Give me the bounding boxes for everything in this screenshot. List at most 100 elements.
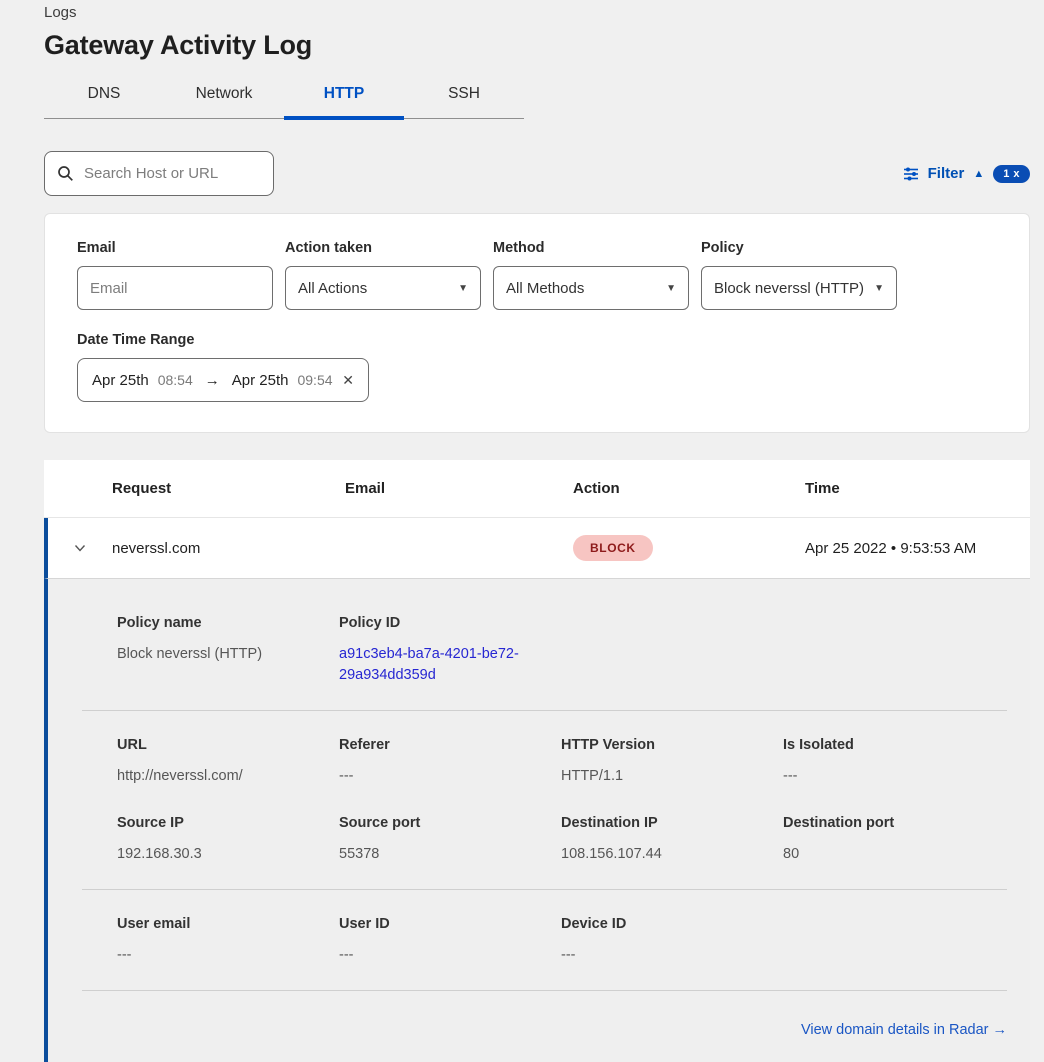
filter-panel: Email Action taken All Actions ▼ Method …: [44, 213, 1030, 433]
range-start-time: 08:54: [158, 372, 193, 388]
user-section: User email --- User ID --- Device ID ---: [82, 916, 1007, 966]
tab-ssh[interactable]: SSH: [404, 85, 524, 118]
table-row[interactable]: neverssl.com BLOCK Apr 25 2022 • 9:53:53…: [44, 518, 1030, 579]
tab-network[interactable]: Network: [164, 85, 284, 118]
gateway-activity-log-page: Logs Gateway Activity Log DNS Network HT…: [0, 0, 1044, 1062]
policy-id-link[interactable]: a91c3eb4-ba7a-4201-be72-29a934dd359d: [339, 644, 539, 686]
detail-label: Referer: [339, 737, 545, 753]
detail-value: ---: [783, 766, 989, 787]
email-filter-input[interactable]: [90, 280, 260, 297]
search-box[interactable]: [44, 151, 274, 196]
field-policy: Policy Block neverssl (HTTP) ▼: [701, 240, 897, 310]
column-header-email: Email: [345, 480, 573, 497]
policy-label: Policy: [701, 240, 897, 256]
detail-value: 80: [783, 844, 989, 865]
policy-section: Policy name Block neverssl (HTTP) Policy…: [82, 615, 1007, 686]
arrow-right-icon: →: [202, 372, 223, 389]
cell-time: Apr 25 2022 • 9:53:53 AM: [805, 540, 1030, 557]
filter-toggle-group: Filter ▲ 1 x: [903, 165, 1030, 183]
detail-value: 108.156.107.44: [561, 844, 767, 865]
detail-label: Policy ID: [339, 615, 545, 631]
field-user-email: User email ---: [117, 916, 339, 966]
detail-label: Source IP: [117, 815, 323, 831]
toolbar: Filter ▲ 1 x: [44, 151, 1030, 196]
filter-toggle-button[interactable]: Filter: [928, 165, 965, 182]
detail-label: Device ID: [561, 916, 767, 932]
arrow-right-icon: →: [993, 1022, 1008, 1038]
http-request-section-row1: URL http://neverssl.com/ Referer --- HTT…: [82, 737, 1007, 787]
caret-down-icon: ▼: [666, 283, 676, 294]
log-type-tabs: DNS Network HTTP SSH: [44, 85, 524, 119]
caret-up-icon: ▲: [973, 168, 984, 180]
breadcrumb: Logs: [44, 0, 1030, 21]
field-is-isolated: Is Isolated ---: [783, 737, 1005, 787]
method-value: All Methods: [506, 280, 584, 297]
section-divider: [82, 990, 1007, 991]
row-expand-toggle[interactable]: [48, 540, 112, 556]
detail-value: ---: [117, 945, 323, 966]
field-source-ip: Source IP 192.168.30.3: [117, 815, 339, 865]
search-input[interactable]: [84, 165, 283, 182]
detail-value: ---: [339, 766, 545, 787]
action-taken-label: Action taken: [285, 240, 481, 256]
field-destination-port: Destination port 80: [783, 815, 1005, 865]
view-in-radar-link[interactable]: View domain details in Radar →: [801, 1022, 1007, 1038]
policy-select[interactable]: Block neverssl (HTTP) ▼: [701, 266, 897, 310]
detail-value: ---: [339, 945, 545, 966]
email-filter-label: Email: [77, 240, 273, 256]
range-end-time: 09:54: [297, 372, 332, 388]
filter-icon: [903, 167, 919, 181]
field-referer: Referer ---: [339, 737, 561, 787]
detail-value: http://neverssl.com/: [117, 766, 323, 787]
method-select[interactable]: All Methods ▼: [493, 266, 689, 310]
detail-value: 55378: [339, 844, 545, 865]
detail-label: User email: [117, 916, 323, 932]
field-method: Method All Methods ▼: [493, 240, 689, 310]
search-icon: [57, 165, 74, 182]
range-start-date: Apr 25th: [92, 372, 149, 389]
field-policy-name: Policy name Block neverssl (HTTP): [117, 615, 339, 686]
action-taken-select[interactable]: All Actions ▼: [285, 266, 481, 310]
field-http-version: HTTP Version HTTP/1.1: [561, 737, 783, 787]
detail-label: HTTP Version: [561, 737, 767, 753]
field-date-time-range: Date Time Range Apr 25th 08:54 → Apr 25t…: [77, 332, 997, 402]
policy-value: Block neverssl (HTTP): [714, 280, 864, 297]
tab-http[interactable]: HTTP: [284, 85, 404, 118]
detail-label: Destination port: [783, 815, 989, 831]
field-action-taken: Action taken All Actions ▼: [285, 240, 481, 310]
caret-down-icon: ▼: [458, 283, 468, 294]
field-device-id: Device ID ---: [561, 916, 783, 966]
column-header-action: Action: [573, 480, 805, 497]
field-user-id: User ID ---: [339, 916, 561, 966]
detail-label: Source port: [339, 815, 545, 831]
clear-date-range-icon[interactable]: ✕: [342, 372, 354, 389]
filter-fields-row: Email Action taken All Actions ▼ Method …: [77, 240, 997, 310]
method-label: Method: [493, 240, 689, 256]
table-header: Request Email Action Time: [44, 460, 1030, 518]
activity-log-table: Request Email Action Time neverssl.com B…: [44, 460, 1030, 1062]
action-taken-value: All Actions: [298, 280, 367, 297]
caret-down-icon: ▼: [874, 283, 884, 294]
range-end-date: Apr 25th: [232, 372, 289, 389]
section-divider: [82, 710, 1007, 711]
section-divider: [82, 889, 1007, 890]
detail-label: Destination IP: [561, 815, 767, 831]
block-badge: BLOCK: [573, 535, 653, 561]
detail-value: ---: [561, 945, 767, 966]
email-filter-input-wrap: [77, 266, 273, 310]
http-request-section-row2: Source IP 192.168.30.3 Source port 55378…: [82, 815, 1007, 865]
column-header-request: Request: [112, 480, 345, 497]
date-time-range-label: Date Time Range: [77, 332, 997, 348]
date-time-range-picker[interactable]: Apr 25th 08:54 → Apr 25th 09:54 ✕: [77, 358, 369, 402]
detail-value: 192.168.30.3: [117, 844, 323, 865]
cell-action: BLOCK: [573, 535, 805, 561]
field-url: URL http://neverssl.com/: [117, 737, 339, 787]
radar-link-label: View domain details in Radar: [801, 1022, 989, 1038]
radar-link-row: View domain details in Radar →: [82, 1021, 1007, 1039]
filter-count-clear-button[interactable]: 1 x: [993, 165, 1030, 183]
expanded-row-details: Policy name Block neverssl (HTTP) Policy…: [44, 579, 1030, 1062]
column-header-time: Time: [805, 480, 1030, 497]
detail-value: HTTP/1.1: [561, 766, 767, 787]
tab-dns[interactable]: DNS: [44, 85, 164, 118]
detail-label: Is Isolated: [783, 737, 989, 753]
